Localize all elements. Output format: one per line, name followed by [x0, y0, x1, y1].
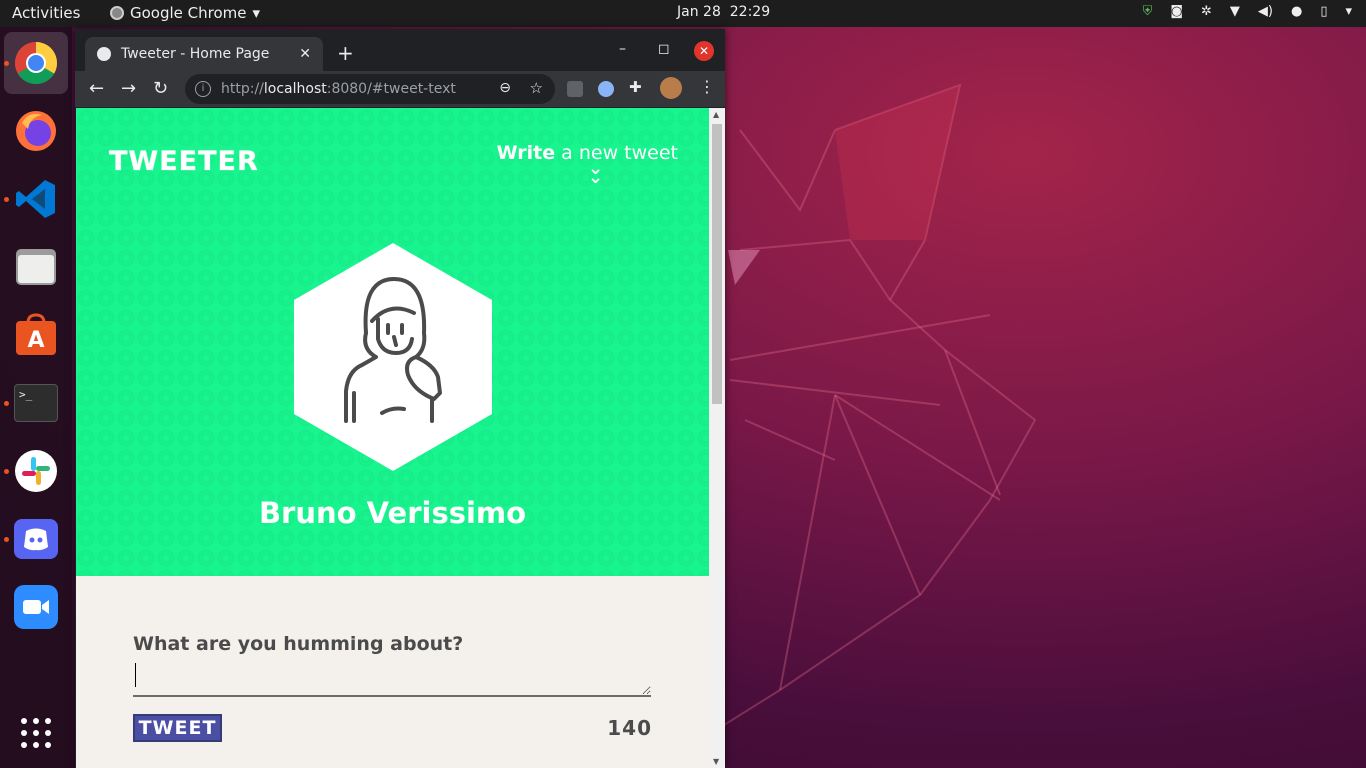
- running-indicator: [4, 61, 9, 66]
- scroll-down-icon[interactable]: ▼: [713, 757, 719, 766]
- minimize-button[interactable]: –: [619, 41, 626, 57]
- extension-compass-icon[interactable]: [598, 81, 614, 97]
- zoom-icon[interactable]: ⊖: [499, 80, 511, 96]
- chrome-window: Tweeter - Home Page ✕ + – ◻ ✕ ← → ↻ i ht…: [75, 29, 725, 768]
- slack-icon: [15, 450, 57, 492]
- discord-icon: [14, 519, 58, 559]
- app-menu-label: Google Chrome: [130, 4, 247, 22]
- running-indicator: [4, 197, 9, 202]
- compose-link-bold: Write: [496, 142, 556, 164]
- tab-tweeter-home[interactable]: Tweeter - Home Page ✕: [85, 37, 323, 71]
- profile-avatar[interactable]: [660, 77, 682, 99]
- page-viewport: TWEETER Write a new tweet ⌄ ⌄ Bruno Veri…: [76, 108, 709, 768]
- tweet-prompt-label: What are you humming about?: [133, 633, 464, 655]
- tweet-textarea[interactable]: [133, 659, 651, 697]
- scrollbar-thumb[interactable]: [712, 124, 722, 404]
- clock[interactable]: Jan 28 22:29: [677, 4, 770, 20]
- app-menu[interactable]: Google Chrome ▾: [110, 4, 260, 22]
- dock-item-vscode[interactable]: [12, 175, 60, 223]
- top-bar: Activities Google Chrome ▾ Jan 28 22:29 …: [0, 0, 1366, 27]
- dock-item-software[interactable]: A: [12, 311, 60, 359]
- page-scrollbar[interactable]: ▲ ▼: [709, 108, 725, 768]
- power-menu-icon[interactable]: ▾: [1345, 4, 1352, 19]
- dock: A >_: [0, 27, 72, 768]
- reload-button[interactable]: ↻: [153, 78, 168, 99]
- running-indicator: [4, 537, 9, 542]
- zoom-icon: [14, 585, 58, 629]
- globe-icon: [97, 47, 111, 61]
- new-tweet-form: What are you humming about? TWEET 140: [133, 633, 653, 742]
- bookmark-star-icon[interactable]: ☆: [530, 79, 543, 97]
- running-indicator: [4, 469, 9, 474]
- char-counter: 140: [607, 716, 652, 740]
- dock-item-discord[interactable]: [12, 515, 60, 563]
- site-logo[interactable]: TWEETER: [109, 146, 259, 177]
- maximize-button[interactable]: ◻: [658, 41, 670, 57]
- dock-item-zoom[interactable]: [12, 583, 60, 631]
- text-caret: [135, 663, 136, 687]
- new-tab-button[interactable]: +: [337, 41, 354, 65]
- avatar: [294, 243, 492, 471]
- profile-name: Bruno Verissimo: [258, 496, 527, 530]
- software-store-icon: A: [16, 313, 56, 355]
- grid-icon: [21, 718, 51, 748]
- battery-icon[interactable]: ▯: [1320, 4, 1327, 19]
- system-tray[interactable]: ⛨ ◙ ✲ ▼ ◀) ● ▯ ▾: [1143, 4, 1352, 19]
- address-bar[interactable]: i http://localhost:8080/#tweet-text ⊖ ☆: [185, 74, 555, 104]
- site-info-icon[interactable]: i: [195, 81, 211, 97]
- firefox-icon: [16, 111, 56, 151]
- slack-tray-icon[interactable]: ✲: [1201, 4, 1212, 19]
- chevron-down-icon: ▾: [252, 4, 261, 22]
- files-icon: [16, 249, 56, 285]
- clock-date: Jan 28: [677, 4, 721, 20]
- tab-strip: Tweeter - Home Page ✕ + – ◻ ✕: [75, 29, 725, 71]
- extensions-puzzle-icon[interactable]: ✚: [629, 78, 642, 96]
- forward-button[interactable]: →: [121, 78, 136, 99]
- running-indicator: [4, 401, 9, 406]
- menu-kebab-icon[interactable]: ⋮: [699, 77, 715, 96]
- wifi-icon[interactable]: ▼: [1230, 4, 1240, 19]
- double-chevron-down-icon[interactable]: ⌄ ⌄: [588, 160, 603, 187]
- shield-icon[interactable]: ⛨: [1143, 4, 1153, 19]
- dock-item-terminal[interactable]: >_: [12, 379, 60, 427]
- dock-item-files[interactable]: [12, 243, 60, 291]
- back-button[interactable]: ←: [89, 78, 104, 99]
- activities-button[interactable]: Activities: [12, 4, 80, 22]
- close-tab-icon[interactable]: ✕: [299, 46, 311, 62]
- clock-time: 22:29: [729, 4, 771, 20]
- terminal-icon: >_: [14, 384, 58, 422]
- tweet-button[interactable]: TWEET: [133, 714, 222, 742]
- address-url[interactable]: http://localhost:8080/#tweet-text: [221, 81, 456, 97]
- dock-item-chrome[interactable]: [12, 39, 60, 87]
- chrome-icon: [14, 41, 58, 85]
- tab-title: Tweeter - Home Page: [121, 46, 270, 62]
- extension-reader-icon[interactable]: [567, 81, 583, 97]
- svg-text:A: A: [27, 328, 44, 353]
- chrome-icon: [110, 6, 124, 20]
- browser-toolbar: ← → ↻ i http://localhost:8080/#tweet-tex…: [75, 71, 725, 107]
- microphone-icon[interactable]: ●: [1291, 4, 1302, 19]
- dock-item-slack[interactable]: [12, 447, 60, 495]
- dock-item-firefox[interactable]: [12, 107, 60, 155]
- profile-header: TWEETER Write a new tweet ⌄ ⌄ Bruno Veri…: [76, 108, 709, 576]
- close-window-button[interactable]: ✕: [694, 41, 714, 61]
- show-applications-icon[interactable]: [20, 717, 52, 749]
- scroll-up-icon[interactable]: ▲: [713, 110, 719, 119]
- vscode-icon: [16, 180, 55, 218]
- discord-tray-icon[interactable]: ◙: [1170, 4, 1183, 19]
- volume-icon[interactable]: ◀): [1258, 4, 1273, 19]
- compose-link-light: a new tweet: [555, 142, 678, 164]
